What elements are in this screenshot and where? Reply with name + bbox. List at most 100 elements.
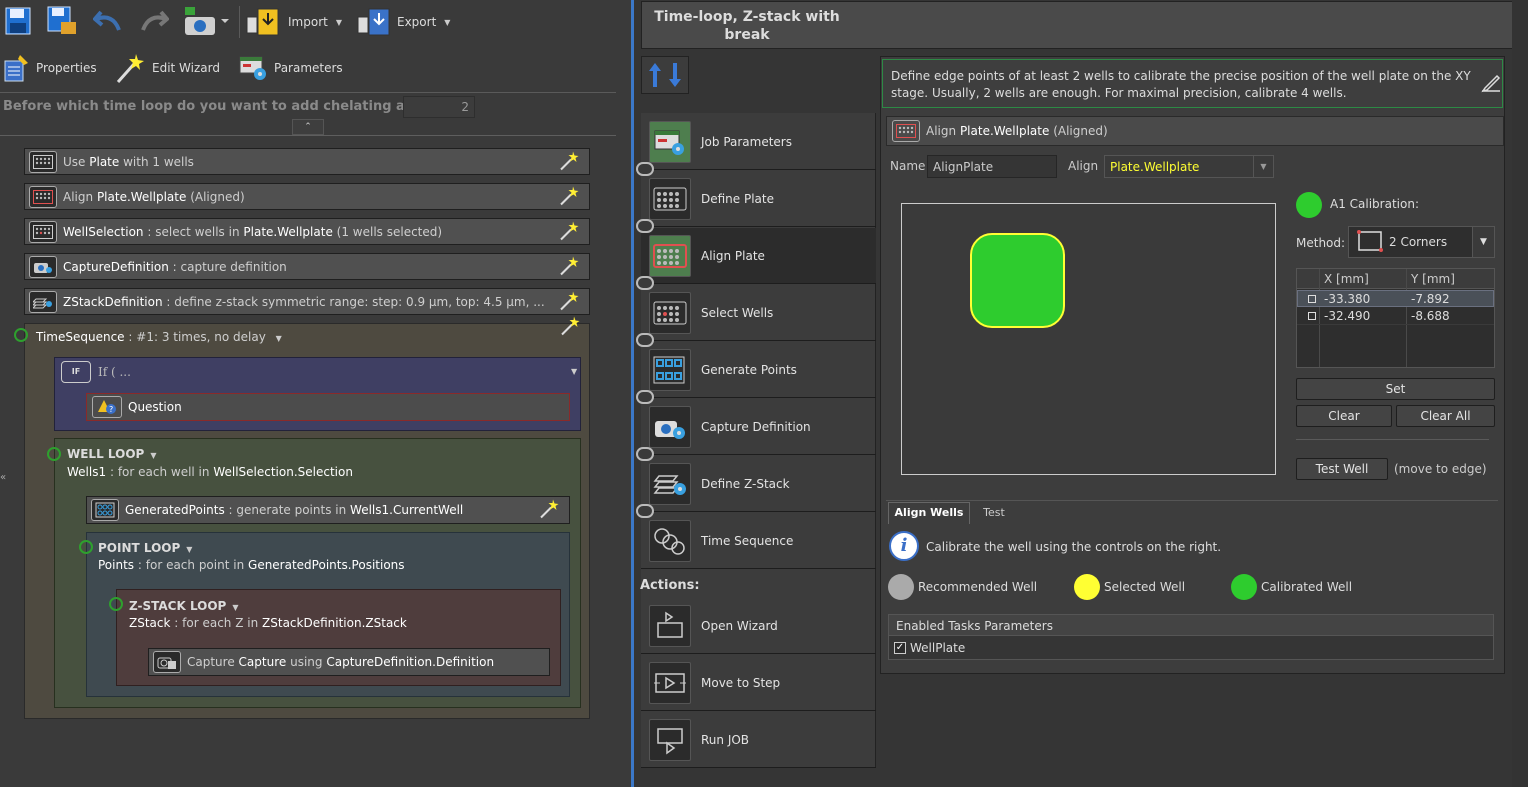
generate-points-icon <box>649 348 691 391</box>
magic-wand-icon[interactable] <box>559 185 581 208</box>
task-row-align-plate[interactable]: Align Plate.Wellplate (Aligned) <box>24 183 590 210</box>
well-preview[interactable] <box>901 203 1276 475</box>
align-select[interactable]: Plate.Wellplate ▼ <box>1104 155 1274 178</box>
question-row[interactable]: ? Question <box>86 393 570 421</box>
export-button[interactable]: Export ▼ <box>357 6 457 38</box>
magic-wand-icon[interactable] <box>539 499 561 522</box>
zstack-icon <box>649 462 691 505</box>
chevron-down-icon[interactable]: ▼ <box>276 334 282 343</box>
task-row-capture[interactable]: Capture Capture using CaptureDefinition.… <box>148 648 550 676</box>
recommended-well-dot <box>888 574 914 600</box>
align-label: Align <box>1068 159 1099 173</box>
calibrate-text: Calibrate the well using the controls on… <box>926 540 1222 554</box>
step-select-wells[interactable]: Select Wells <box>641 285 876 341</box>
export-label: Export <box>397 15 437 29</box>
step-time-sequence[interactable]: Time Sequence <box>641 513 876 569</box>
undo-icon[interactable] <box>92 5 124 37</box>
step-label: Align Plate <box>701 248 765 263</box>
clear-button[interactable]: Clear <box>1296 405 1392 427</box>
align-header-status: (Aligned) <box>1053 124 1108 138</box>
task-name: WellSelection <box>63 224 144 239</box>
step-align-plate[interactable]: Align Plate <box>641 228 876 284</box>
right-edge-scrollbar[interactable] <box>1512 0 1528 787</box>
task-desc: define z-stack symmetric range: step: 0.… <box>174 294 545 309</box>
save-icon[interactable] <box>4 5 32 37</box>
test-well-button[interactable]: Test Well <box>1296 458 1388 480</box>
arrow-up-icon[interactable] <box>648 61 662 89</box>
edit-note-icon[interactable] <box>1480 73 1502 96</box>
task-row-use-plate[interactable]: Use Plate with 1 wells <box>24 148 590 175</box>
import-button[interactable]: Import ▼ <box>246 6 346 38</box>
tab-align-wells[interactable]: Align Wells <box>888 502 970 524</box>
magic-wand-icon[interactable] <box>559 220 581 243</box>
magic-wand-icon[interactable] <box>559 150 581 173</box>
step-nav-arrows[interactable] <box>641 56 689 94</box>
chelating-time-loop-input[interactable]: 2 <box>403 96 475 118</box>
name-input[interactable]: AlignPlate <box>927 155 1057 178</box>
step-capture-definition[interactable]: Capture Definition <box>641 399 876 455</box>
actions-label: Actions: <box>640 578 700 593</box>
edit-wizard-label: Edit Wizard <box>152 61 220 75</box>
task-name: Use <box>63 154 86 169</box>
save-as-icon[interactable] <box>46 5 78 37</box>
side-splitter-arrow[interactable]: « <box>0 466 10 490</box>
loop-text: for each well in <box>117 465 210 479</box>
chevron-down-icon[interactable]: ▼ <box>232 603 238 612</box>
select-wells-icon <box>29 220 57 243</box>
step-generate-points[interactable]: Generate Points <box>641 342 876 398</box>
magic-wand-icon[interactable] <box>559 255 581 278</box>
time-sequence-header[interactable]: TimeSequence : #1: 3 times, no delay ▼ <box>36 330 282 344</box>
parameters-button[interactable]: Parameters <box>238 52 348 84</box>
coords-cell: -8.688 <box>1411 309 1450 323</box>
select-wells-icon <box>649 291 691 334</box>
arrow-down-icon[interactable] <box>668 61 682 89</box>
chevron-down-icon[interactable]: ▼ <box>186 545 192 554</box>
task-highlight: CaptureDefinition.Definition <box>326 655 495 669</box>
set-button[interactable]: Set <box>1296 378 1495 400</box>
clear-all-button[interactable]: Clear All <box>1396 405 1495 427</box>
snapshot-icon[interactable] <box>182 4 232 38</box>
point-loop-title[interactable]: POINT LOOP ▼ <box>98 541 192 555</box>
step-job-parameters[interactable]: Job Parameters <box>641 114 876 170</box>
calibration-status-dot <box>1296 192 1322 218</box>
parameters-icon <box>239 56 266 80</box>
action-run-job[interactable]: Run JOB <box>641 712 876 768</box>
coords-header-y: Y [mm] <box>1411 272 1455 286</box>
chevron-down-icon[interactable]: ▼ <box>150 451 156 460</box>
step-define-zstack[interactable]: Define Z-Stack <box>641 456 876 512</box>
wellplate-label: WellPlate <box>910 641 966 655</box>
task-row-generated-points[interactable]: GeneratedPoints : generate points in Wel… <box>86 496 570 524</box>
redo-icon[interactable] <box>138 5 170 37</box>
task-row-capture-definition[interactable]: CaptureDefinition : capture definition <box>24 253 590 280</box>
camera-icon <box>29 255 57 278</box>
chevron-down-icon: ▼ <box>1472 227 1494 257</box>
wellplate-checkbox[interactable]: ✓ <box>894 642 906 654</box>
collapse-button[interactable]: ⌃ <box>292 119 324 135</box>
zstack-loop-title[interactable]: Z-STACK LOOP ▼ <box>129 599 239 613</box>
action-move-to-step[interactable]: Move to Step <box>641 655 876 711</box>
loop-sep: : <box>109 465 114 479</box>
run-job-icon <box>649 718 691 761</box>
chain-link-icon <box>636 219 654 233</box>
properties-icon <box>4 55 28 82</box>
action-open-wizard[interactable]: Open Wizard <box>641 598 876 654</box>
if-condition[interactable]: If ( ... <box>98 365 131 379</box>
task-row-well-selection[interactable]: WellSelection : select wells in Plate.We… <box>24 218 590 245</box>
open-wizard-icon <box>649 604 691 647</box>
task-row-zstack-definition[interactable]: ZStackDefinition : define z-stack symmet… <box>24 288 590 315</box>
chevron-down-icon[interactable]: ▼ <box>571 367 577 376</box>
tab-test[interactable]: Test <box>974 504 1014 524</box>
method-select[interactable]: 2 Corners ▼ <box>1348 226 1495 258</box>
properties-button[interactable]: Properties <box>2 52 102 84</box>
well-loop-title[interactable]: WELL LOOP ▼ <box>67 447 156 461</box>
calibrated-well[interactable] <box>970 233 1065 328</box>
well-loop-desc: Wells1 : for each well in WellSelection.… <box>67 465 353 479</box>
magic-wand-icon[interactable] <box>559 290 581 313</box>
properties-label: Properties <box>36 61 97 75</box>
edit-wizard-button[interactable]: Edit Wizard <box>114 52 224 84</box>
info-icon: i <box>889 531 919 561</box>
loop-sep: : <box>174 616 179 630</box>
enabled-tasks-title: Enabled Tasks Parameters <box>896 619 1053 633</box>
loop-icon <box>109 597 123 611</box>
step-define-plate[interactable]: Define Plate <box>641 171 876 227</box>
